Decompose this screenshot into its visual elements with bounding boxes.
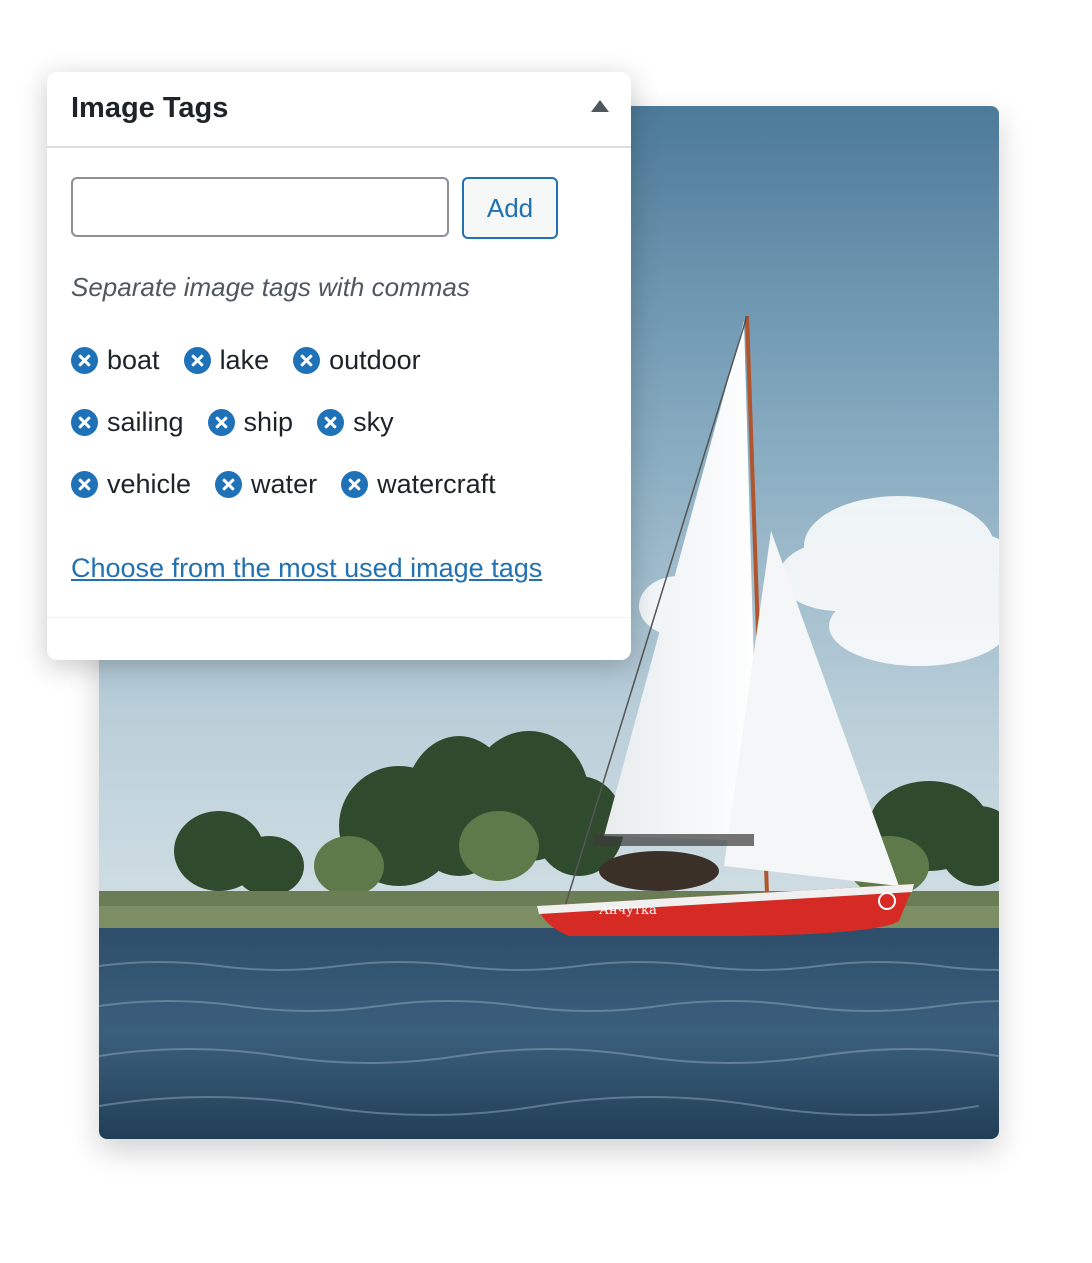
remove-circle-icon[interactable]: [71, 408, 98, 436]
tag-item: watercraft: [341, 467, 496, 501]
tag-input[interactable]: [71, 177, 449, 237]
tag-label: sky: [353, 406, 394, 437]
tag-label: vehicle: [107, 468, 192, 499]
add-button[interactable]: Add: [462, 177, 558, 239]
tag-label: lake: [219, 344, 270, 375]
tag-item: water: [215, 467, 317, 501]
remove-circle-icon[interactable]: [183, 346, 211, 374]
tag-label: watercraft: [377, 468, 496, 499]
tag-item: sky: [317, 405, 394, 439]
tag-item: ship: [207, 405, 294, 439]
panel-footer-divider: [47, 617, 631, 618]
tag-row: boat lake outdoor: [71, 343, 611, 377]
triangle-up-icon[interactable]: [591, 100, 609, 112]
image-tags-panel: Image Tags Add Separate image tags with …: [47, 72, 631, 660]
tag-item: boat: [71, 343, 160, 377]
most-used-tags-link[interactable]: Choose from the most used image tags: [71, 553, 542, 584]
tag-label: water: [251, 468, 318, 499]
tag-item: vehicle: [71, 467, 191, 501]
tag-label: boat: [107, 344, 160, 375]
tag-label: sailing: [107, 406, 184, 437]
tag-item: lake: [183, 343, 270, 377]
remove-circle-icon[interactable]: [317, 408, 345, 436]
tag-hint: Separate image tags with commas: [71, 272, 470, 302]
remove-circle-icon[interactable]: [293, 346, 321, 374]
tag-row: sailing ship sky: [71, 405, 611, 439]
tag-list: boat lake outdoor sailing ship sky vehic…: [71, 343, 611, 529]
tag-label: ship: [243, 406, 294, 437]
remove-circle-icon[interactable]: [71, 470, 98, 498]
tag-row: vehicle water watercraft: [71, 467, 611, 501]
remove-circle-icon[interactable]: [71, 346, 98, 374]
tag-label: outdoor: [329, 344, 421, 375]
tag-item: sailing: [71, 405, 184, 439]
panel-title: Image Tags: [71, 92, 229, 124]
remove-circle-icon[interactable]: [207, 408, 235, 436]
hull-name: Анчутка: [599, 903, 657, 918]
remove-circle-icon[interactable]: [341, 470, 369, 498]
tag-item: outdoor: [293, 343, 421, 377]
remove-circle-icon[interactable]: [215, 470, 243, 498]
panel-header: Image Tags: [47, 72, 631, 148]
